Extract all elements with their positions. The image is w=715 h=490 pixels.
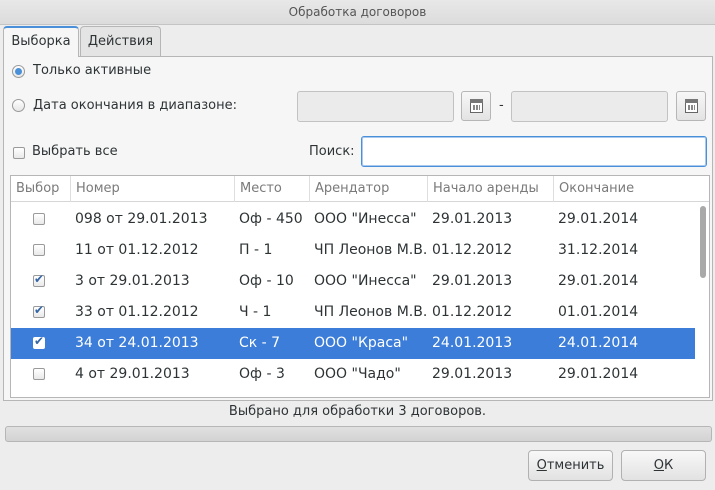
row-select-checkbox[interactable] (33, 244, 45, 256)
progress-bar (5, 426, 712, 442)
cell-end: 29.01.2014 (558, 366, 639, 382)
date-from-field[interactable] (297, 91, 454, 122)
select-all-checkbox[interactable] (13, 147, 25, 159)
cell-tenant: ООО "Чадо" (314, 366, 401, 382)
column-header-tenant[interactable]: Арендатор (310, 176, 428, 202)
cell-end: 29.01.2014 (558, 211, 639, 227)
table-row[interactable]: 4 от 29.01.2013 Оф - 3 ООО "Чадо" 29.01.… (11, 359, 695, 390)
cancel-mnemonic: О (536, 458, 547, 473)
search-input[interactable] (361, 136, 707, 167)
calendar-icon (470, 99, 483, 113)
row-select-checkbox[interactable] (33, 334, 45, 349)
cell-number: 33 от 01.12.2012 (75, 304, 199, 320)
cell-number: 4 от 29.01.2013 (75, 366, 190, 382)
cell-end: 24.01.2014 (558, 335, 639, 351)
scrollbar-thumb[interactable] (700, 206, 706, 278)
cancel-label-rest: тменить (546, 458, 605, 473)
cell-start: 01.12.2012 (432, 304, 513, 320)
cell-start: 24.01.2013 (432, 335, 513, 351)
ok-mnemonic: О (653, 458, 664, 473)
cell-number: 11 от 01.12.2012 (75, 242, 199, 258)
cell-start: 01.12.2012 (432, 242, 513, 258)
cancel-button[interactable]: Отменить (528, 450, 613, 481)
table-row-selected[interactable]: 34 от 24.01.2013 Ск - 7 ООО "Краса" 24.0… (11, 328, 695, 359)
cell-start: 29.01.2013 (432, 273, 513, 289)
selection-panel: Только активные Дата окончания в диапазо… (3, 56, 713, 401)
cell-place: Оф - 3 (239, 366, 285, 382)
cell-end: 01.01.2014 (558, 304, 639, 320)
tab-selection[interactable]: Выборка (3, 26, 79, 57)
cell-place: Оф - 450 (239, 211, 303, 227)
cell-place: Оф - 10 (239, 273, 294, 289)
cell-end: 29.01.2014 (558, 273, 639, 289)
column-header-number[interactable]: Номер (71, 176, 235, 202)
date-from-calendar-button[interactable] (461, 91, 491, 121)
date-to-field[interactable] (511, 91, 668, 122)
only-active-label[interactable]: Только активные (33, 63, 151, 78)
cell-number: 098 от 29.01.2013 (75, 211, 208, 227)
table-row[interactable]: 3 от 29.01.2013 Оф - 10 ООО "Инесса" 29.… (11, 266, 695, 297)
only-active-radio[interactable] (12, 65, 25, 78)
table-scrollbar[interactable] (699, 204, 707, 394)
cell-place: Ч - 1 (239, 304, 272, 320)
cell-tenant: ЧП Леонов М.В. (314, 304, 428, 320)
row-select-checkbox[interactable] (33, 303, 45, 318)
contracts-table: Выбор Номер Место Арендатор Начало аренд… (10, 175, 710, 398)
status-text: Выбрано для обработки 3 договоров. (228, 404, 487, 419)
cell-tenant: ООО "Инесса" (314, 211, 417, 227)
ok-button[interactable]: ОК (621, 450, 706, 481)
table-row-partial[interactable] (11, 390, 695, 397)
cell-start: 29.01.2013 (432, 211, 513, 227)
column-header-start[interactable]: Начало аренды (428, 176, 554, 202)
column-header-end[interactable]: Окончание (554, 176, 695, 202)
cell-tenant: ООО "Инесса" (314, 273, 417, 289)
select-all-label[interactable]: Выбрать все (32, 144, 118, 159)
tab-actions[interactable]: Действия (80, 26, 161, 56)
cell-place: П - 1 (239, 242, 273, 258)
ok-label-rest: К (664, 458, 674, 473)
cell-start: 29.01.2013 (432, 366, 513, 382)
column-header-select[interactable]: Выбор (11, 176, 71, 202)
row-select-checkbox[interactable] (33, 272, 45, 287)
column-header-place[interactable]: Место (235, 176, 310, 202)
cell-number: 3 от 29.01.2013 (75, 273, 190, 289)
cell-number: 34 от 24.01.2013 (75, 335, 199, 351)
cell-place: Ск - 7 (239, 335, 281, 351)
row-select-checkbox[interactable] (33, 368, 45, 380)
table-row[interactable]: 098 от 29.01.2013 Оф - 450 ООО "Инесса" … (11, 204, 695, 235)
cell-end: 31.12.2014 (558, 242, 639, 258)
table-header: Выбор Номер Место Арендатор Начало аренд… (11, 176, 709, 202)
table-row[interactable]: 11 от 01.12.2012 П - 1 ЧП Леонов М.В. 01… (11, 235, 695, 266)
range-separator: - (499, 98, 504, 113)
cell-tenant: ООО "Краса" (314, 335, 409, 351)
search-label: Поиск: (309, 144, 355, 159)
row-select-checkbox[interactable] (33, 213, 45, 225)
table-row[interactable]: 33 от 01.12.2012 Ч - 1 ЧП Леонов М.В. 01… (11, 297, 695, 328)
date-range-radio[interactable] (12, 99, 25, 112)
calendar-icon (685, 99, 698, 113)
date-range-label[interactable]: Дата окончания в диапазоне: (33, 98, 237, 113)
cell-tenant: ЧП Леонов М.В. (314, 242, 428, 258)
window-title: Обработка договоров (0, 0, 715, 25)
date-to-calendar-button[interactable] (676, 91, 706, 121)
